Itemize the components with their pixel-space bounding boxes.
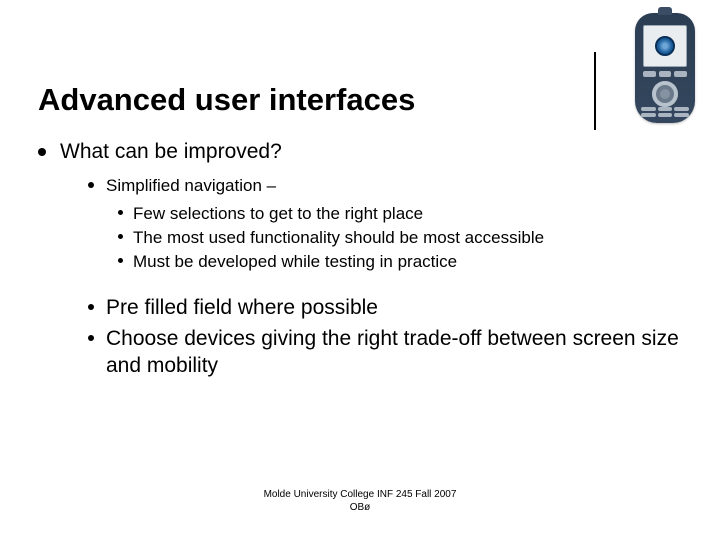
bullet-icon xyxy=(88,304,94,310)
text: The most used functionality should be mo… xyxy=(133,226,544,250)
vertical-divider xyxy=(594,52,596,130)
list-item: Must be developed while testing in pract… xyxy=(60,250,682,274)
text: Choose devices giving the right trade-of… xyxy=(106,326,682,380)
bullet-icon xyxy=(118,258,123,263)
text: Pre filled field where possible xyxy=(106,295,378,322)
slide-title: Advanced user interfaces xyxy=(38,82,415,118)
bullet-icon xyxy=(38,148,46,156)
heading: What can be improved? xyxy=(60,140,682,164)
slide: Advanced user interfaces What can be imp… xyxy=(0,0,720,540)
footer-line: OBø xyxy=(0,501,720,514)
phone-icon xyxy=(635,13,695,123)
footer: Molde University College INF 245 Fall 20… xyxy=(0,488,720,514)
bullet-icon xyxy=(118,234,123,239)
list-item: Simplified navigation – xyxy=(60,176,682,196)
footer-line: Molde University College INF 245 Fall 20… xyxy=(0,488,720,501)
text: Must be developed while testing in pract… xyxy=(133,250,457,274)
text: Few selections to get to the right place xyxy=(133,202,423,226)
content: What can be improved? Simplified navigat… xyxy=(38,140,682,398)
list-item: The most used functionality should be mo… xyxy=(60,226,682,250)
list-item: Choose devices giving the right trade-of… xyxy=(60,326,682,380)
bullet-icon xyxy=(88,182,94,188)
list-item: What can be improved? Simplified navigat… xyxy=(38,140,682,384)
list-item: Pre filled field where possible xyxy=(60,295,682,322)
bullet-icon xyxy=(88,335,94,341)
bullet-icon xyxy=(118,210,123,215)
subheading: Simplified navigation – xyxy=(106,176,682,196)
list-item: Few selections to get to the right place xyxy=(60,202,682,226)
